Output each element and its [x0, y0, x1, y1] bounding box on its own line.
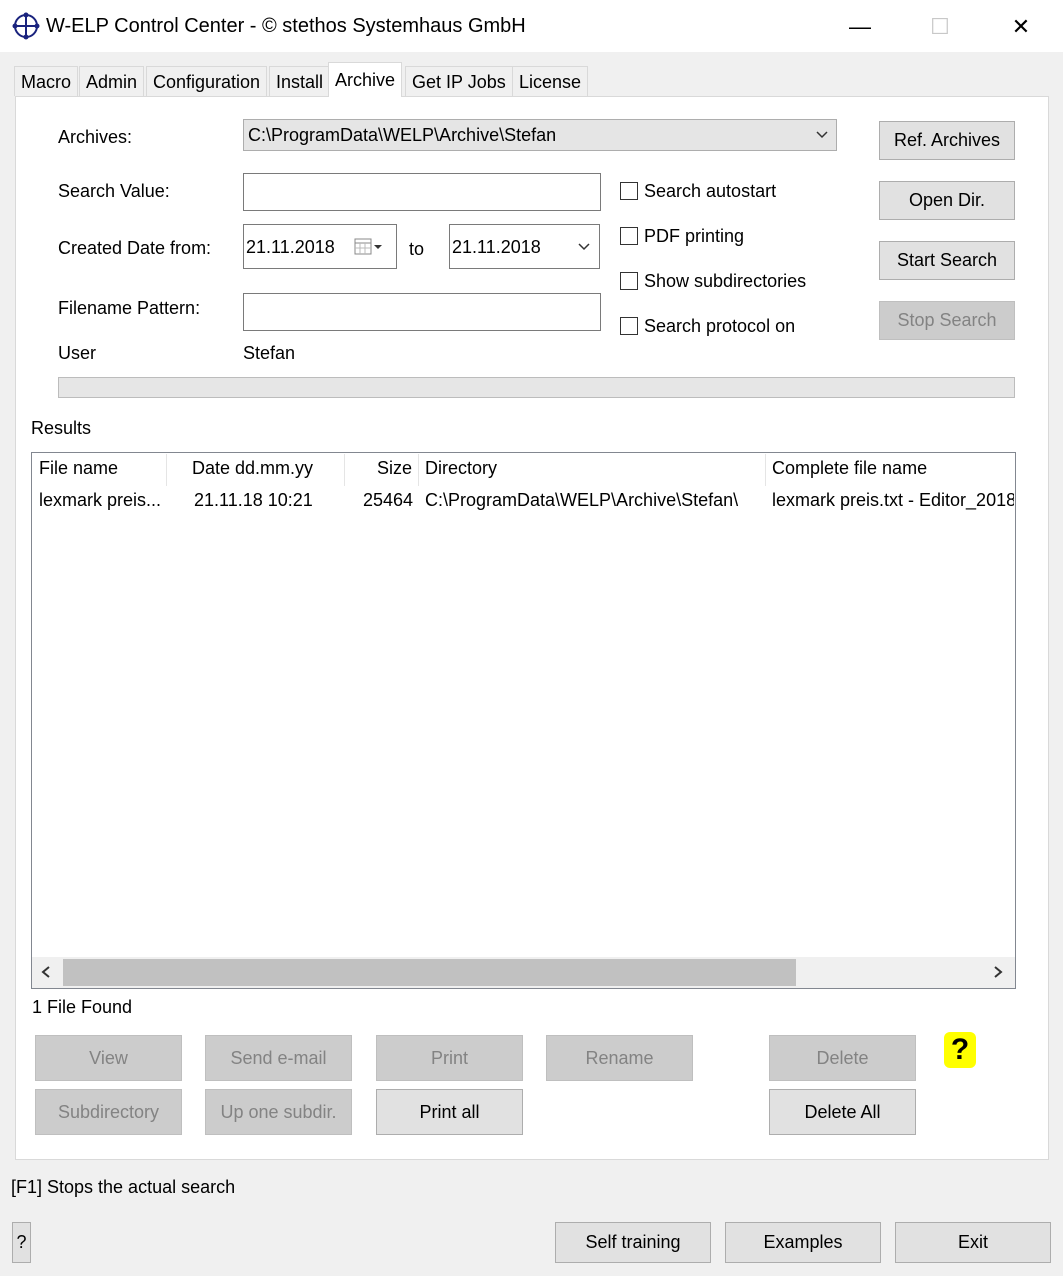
chevron-down-icon[interactable] [577, 242, 591, 252]
maximize-button[interactable]: ☐ [925, 14, 955, 40]
results-label: Results [31, 418, 92, 438]
column-header-complete-file-name[interactable]: Complete file name [772, 458, 927, 484]
send-email-button[interactable]: Send e-mail [205, 1035, 352, 1081]
user-label: User [58, 343, 97, 363]
column-separator[interactable] [166, 454, 167, 486]
show-subdirectories-label: Show subdirectories [644, 271, 807, 291]
search-autostart-checkbox[interactable] [620, 182, 638, 200]
column-header-file-name[interactable]: File name [39, 458, 118, 484]
rename-button[interactable]: Rename [546, 1035, 693, 1081]
tab-archive[interactable]: Archive [328, 62, 403, 97]
scroll-right-icon[interactable] [991, 964, 1005, 980]
column-header-size[interactable]: Size [377, 458, 412, 484]
column-separator[interactable] [765, 454, 766, 486]
search-protocol-checkbox[interactable] [620, 317, 638, 335]
status-text: [F1] Stops the actual search [11, 1177, 236, 1197]
created-date-label: Created Date from: [58, 238, 212, 258]
search-value-input[interactable] [243, 173, 601, 211]
tab-get-ip-jobs[interactable]: Get IP Jobs [405, 66, 513, 96]
search-value-label: Search Value: [58, 181, 170, 201]
scroll-left-icon[interactable] [39, 964, 53, 980]
tab-macro[interactable]: Macro [14, 66, 79, 96]
up-one-subdir-button[interactable]: Up one subdir. [205, 1089, 352, 1135]
ref-archives-button[interactable]: Ref. Archives [879, 121, 1015, 160]
cell-date: 21.11.18 10:21 [194, 490, 313, 510]
window-title: W-ELP Control Center - © stethos Systemh… [46, 15, 526, 37]
cell-complete-file-name: lexmark preis.txt - Editor_2018 [772, 490, 1014, 510]
subdirectory-button[interactable]: Subdirectory [35, 1089, 182, 1135]
date-to-label: to [409, 239, 425, 259]
date-from-value: 21.11.2018 [246, 237, 335, 257]
print-button[interactable]: Print [376, 1035, 523, 1081]
tab-admin[interactable]: Admin [79, 66, 145, 96]
tab-license[interactable]: License [512, 66, 589, 96]
tab-install[interactable]: Install [269, 66, 331, 96]
search-autostart-label: Search autostart [644, 181, 777, 201]
archives-label: Archives: [58, 127, 133, 147]
stop-search-button[interactable]: Stop Search [879, 301, 1015, 340]
delete-all-button[interactable]: Delete All [769, 1089, 916, 1135]
print-all-button[interactable]: Print all [376, 1089, 523, 1135]
pdf-printing-label: PDF printing [644, 226, 745, 246]
column-separator[interactable] [344, 454, 345, 486]
app-globe-icon [12, 12, 40, 40]
show-subdirectories-checkbox[interactable] [620, 272, 638, 290]
cell-file-name: lexmark preis... [39, 490, 162, 510]
filename-pattern-input[interactable] [243, 293, 601, 331]
user-value: Stefan [243, 343, 296, 363]
date-from-picker[interactable]: 21.11.2018 [243, 224, 397, 269]
exit-button[interactable]: Exit [895, 1222, 1051, 1263]
search-progress-bar [58, 377, 1015, 398]
chevron-down-icon [816, 131, 828, 139]
column-separator[interactable] [418, 454, 419, 486]
self-training-button[interactable]: Self training [555, 1222, 711, 1263]
filename-pattern-label: Filename Pattern: [58, 298, 201, 318]
view-button[interactable]: View [35, 1035, 182, 1081]
date-to-value: 21.11.2018 [452, 237, 541, 257]
start-search-button[interactable]: Start Search [879, 241, 1015, 280]
archives-dropdown[interactable]: C:\ProgramData\WELP\Archive\Stefan [243, 119, 837, 151]
minimize-button[interactable]: — [845, 14, 875, 40]
open-dir-button[interactable]: Open Dir. [879, 181, 1015, 220]
scrollbar-thumb[interactable] [63, 959, 796, 986]
cell-size: 25464 [362, 490, 413, 510]
help-button[interactable]: ? [12, 1222, 31, 1263]
column-header-directory[interactable]: Directory [425, 458, 497, 484]
close-button[interactable]: ✕ [1006, 14, 1036, 40]
help-icon[interactable]: ? [944, 1032, 976, 1068]
tab-configuration[interactable]: Configuration [146, 66, 268, 96]
column-header-date[interactable]: Date dd.mm.yy [192, 458, 313, 484]
examples-button[interactable]: Examples [725, 1222, 881, 1263]
results-count: 1 File Found [32, 997, 133, 1017]
date-to-picker[interactable]: 21.11.2018 [449, 224, 600, 269]
cell-directory: C:\ProgramData\WELP\Archive\Stefan\ [425, 490, 739, 510]
pdf-printing-checkbox[interactable] [620, 227, 638, 245]
archives-dropdown-value: C:\ProgramData\WELP\Archive\Stefan [248, 125, 557, 145]
search-protocol-label: Search protocol on [644, 316, 796, 336]
results-list[interactable] [31, 452, 1016, 989]
calendar-icon[interactable] [354, 238, 384, 256]
delete-button[interactable]: Delete [769, 1035, 916, 1081]
